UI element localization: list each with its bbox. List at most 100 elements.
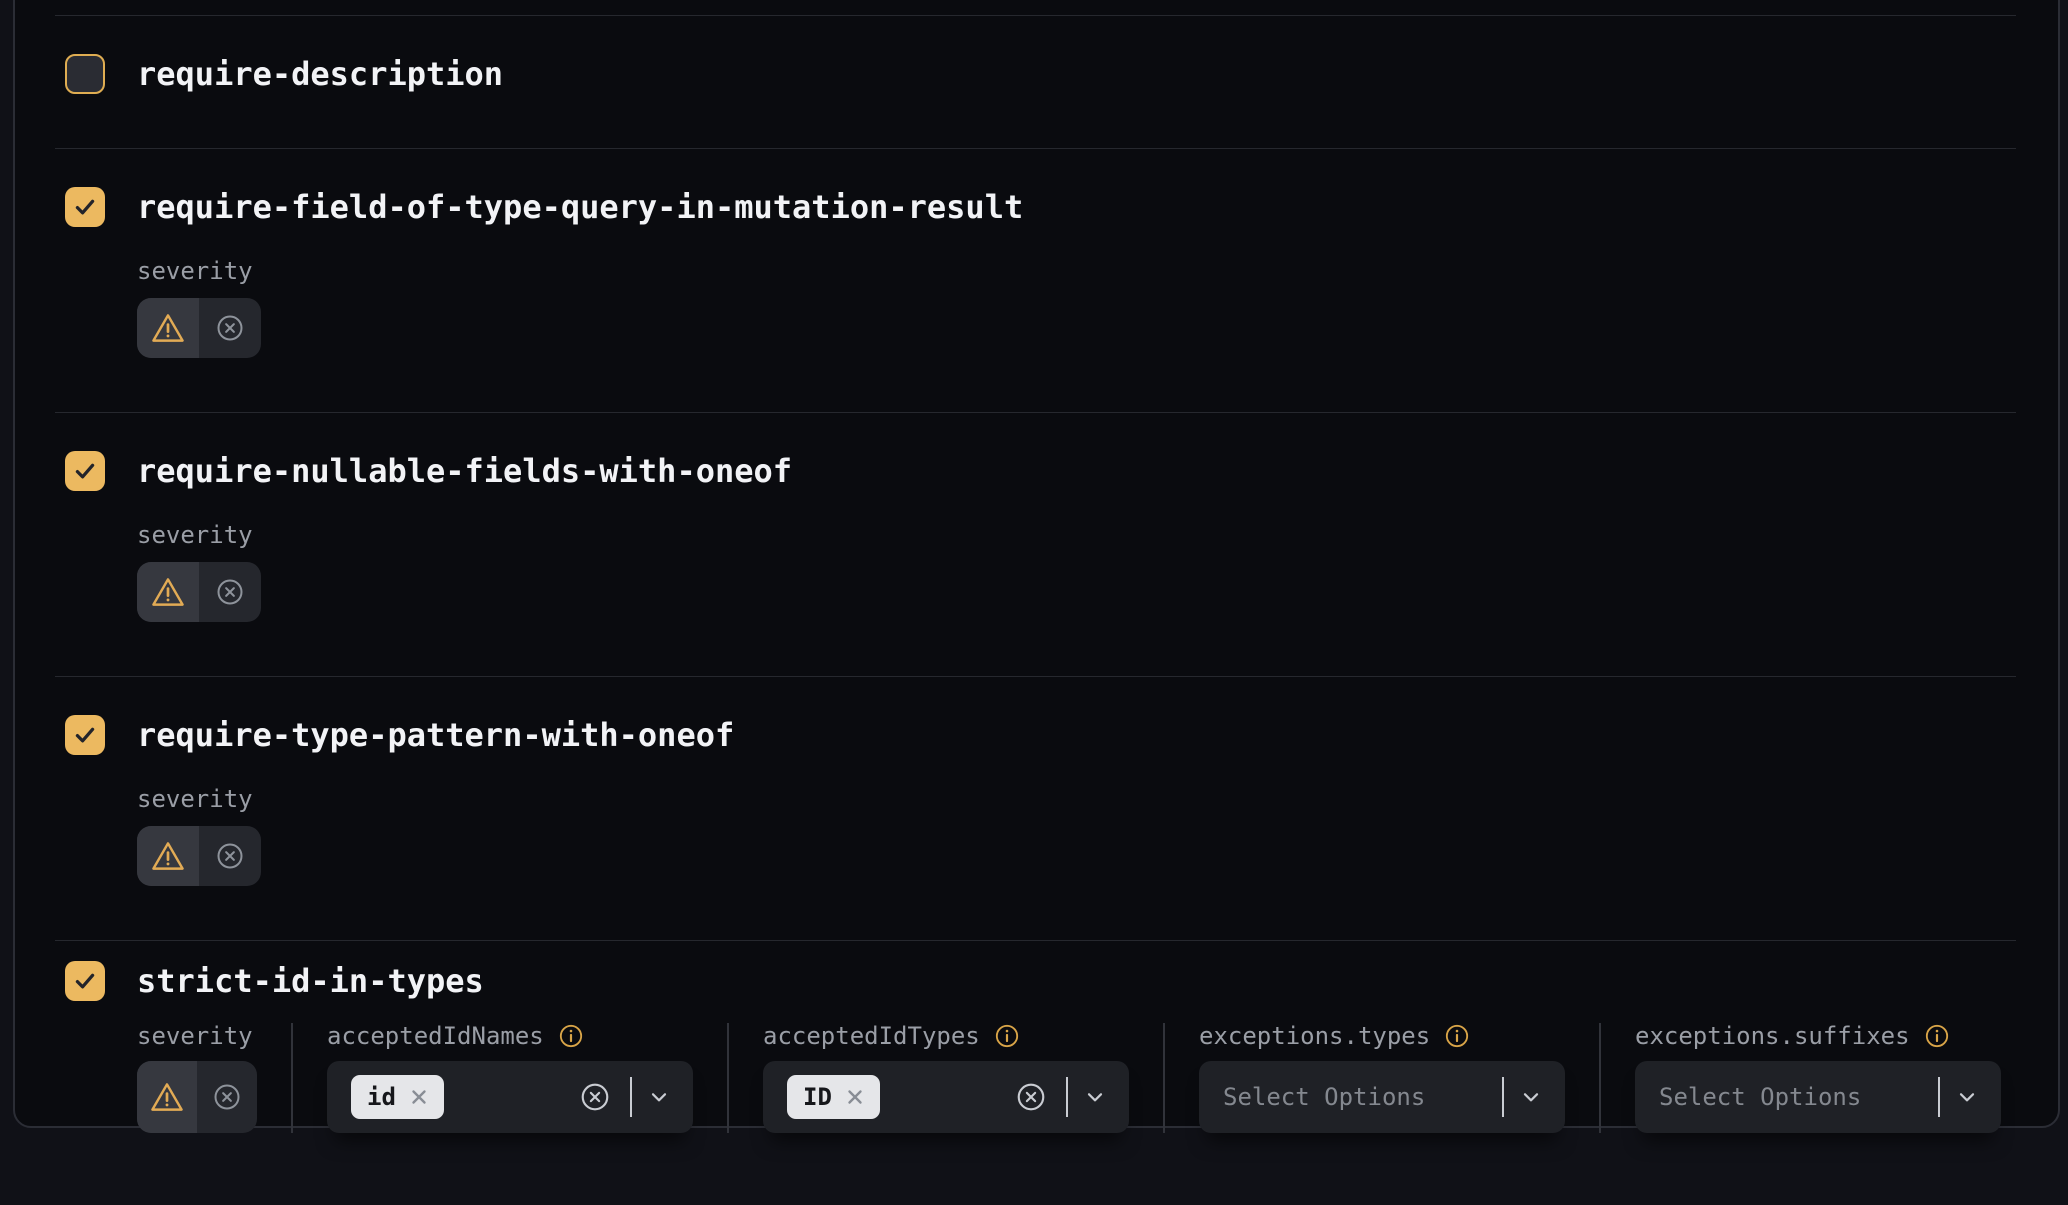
circle-x-icon — [215, 577, 245, 607]
rule-item: require-description — [55, 15, 2016, 148]
rule-options: severity acceptedIdNames id acceptedIdTypes… — [137, 1023, 2016, 1133]
rule-title-row: require-type-pattern-with-oneof — [65, 715, 2016, 755]
dropdown-button[interactable] — [1519, 1085, 1543, 1109]
chevron-down-icon — [1083, 1085, 1107, 1109]
severity-toggle — [137, 562, 261, 622]
check-icon — [72, 722, 98, 748]
info-icon — [994, 1023, 1020, 1049]
placeholder-text: Select Options — [1659, 1083, 1861, 1111]
warning-triangle-icon — [151, 575, 185, 609]
multiselect-input[interactable]: id — [327, 1061, 693, 1133]
option-group: severity — [137, 522, 2016, 622]
rules-list: require-description require-field-of-type… — [15, 0, 2058, 1205]
info-button[interactable] — [1924, 1023, 1950, 1049]
dropdown-button[interactable] — [647, 1085, 671, 1109]
option-label: acceptedIdTypes — [763, 1022, 980, 1050]
circle-x-icon — [215, 841, 245, 871]
selected-tag: ID — [787, 1075, 880, 1119]
tag-label: ID — [803, 1083, 832, 1111]
severity-warning-button[interactable] — [137, 1061, 197, 1133]
severity-off-button[interactable] — [199, 562, 261, 622]
info-icon — [1924, 1023, 1950, 1049]
option-control: Select Options — [1199, 1061, 1565, 1133]
circle-x-icon — [579, 1081, 611, 1113]
rule-options: severity — [137, 786, 2016, 886]
option-label-row: severity — [137, 522, 1982, 548]
rule-title: strict-id-in-types — [137, 962, 484, 1000]
placeholder-text: Select Options — [1223, 1083, 1425, 1111]
clear-button[interactable] — [1015, 1081, 1047, 1113]
tag-label: id — [367, 1083, 396, 1111]
option-label: severity — [137, 1022, 253, 1050]
severity-warning-button[interactable] — [137, 298, 199, 358]
separator — [1502, 1077, 1504, 1117]
rule-options: severity — [137, 258, 2016, 358]
rule-checkbox[interactable] — [65, 451, 105, 491]
rule-item: strict-id-in-types severity acceptedIdName… — [55, 940, 2016, 1205]
info-button[interactable] — [994, 1023, 1020, 1049]
option-label: severity — [137, 257, 253, 285]
option-control: ID — [763, 1061, 1129, 1133]
option-control — [137, 1061, 257, 1133]
circle-x-icon — [212, 1082, 242, 1112]
rule-checkbox[interactable] — [65, 54, 105, 94]
rule-item: require-field-of-type-query-in-mutation-… — [55, 148, 2016, 412]
tag-remove-button[interactable] — [844, 1086, 866, 1108]
option-control — [137, 562, 1982, 622]
warning-triangle-icon — [151, 311, 185, 345]
circle-x-icon — [215, 313, 245, 343]
rule-title-row: require-description — [65, 54, 2016, 94]
severity-toggle — [137, 298, 261, 358]
info-button[interactable] — [1444, 1023, 1470, 1049]
option-group: acceptedIdTypes ID — [727, 1023, 1163, 1133]
option-label: acceptedIdNames — [327, 1022, 544, 1050]
warning-triangle-icon — [151, 839, 185, 873]
option-control — [137, 826, 1982, 886]
separator — [1066, 1077, 1068, 1117]
option-label: severity — [137, 785, 253, 813]
x-icon — [844, 1086, 866, 1108]
option-group: severity — [137, 1023, 291, 1133]
severity-toggle — [137, 826, 261, 886]
check-icon — [72, 458, 98, 484]
info-icon — [558, 1023, 584, 1049]
dropdown-button[interactable] — [1955, 1085, 1979, 1109]
severity-off-button[interactable] — [199, 298, 261, 358]
option-label-row: exceptions.suffixes — [1635, 1023, 2001, 1049]
tag-remove-button[interactable] — [408, 1086, 430, 1108]
rule-checkbox[interactable] — [65, 961, 105, 1001]
severity-warning-button[interactable] — [137, 826, 199, 886]
rule-title: require-description — [137, 55, 503, 93]
option-group: exceptions.suffixes Select Options — [1599, 1023, 2035, 1133]
rule-item: require-type-pattern-with-oneof severity — [55, 676, 2016, 940]
clear-button[interactable] — [579, 1081, 611, 1113]
info-button[interactable] — [558, 1023, 584, 1049]
severity-off-button[interactable] — [199, 826, 261, 886]
dropdown-button[interactable] — [1083, 1085, 1107, 1109]
rule-checkbox[interactable] — [65, 187, 105, 227]
rule-checkbox[interactable] — [65, 715, 105, 755]
option-label: exceptions.suffixes — [1635, 1022, 1910, 1050]
option-label: exceptions.types — [1199, 1022, 1430, 1050]
severity-warning-button[interactable] — [137, 562, 199, 622]
option-control — [137, 298, 1982, 358]
option-label-row: severity — [137, 786, 1982, 812]
chevron-down-icon — [1519, 1085, 1543, 1109]
multiselect-input[interactable]: ID — [763, 1061, 1129, 1133]
rule-title-row: strict-id-in-types — [65, 961, 2016, 1001]
option-label: severity — [137, 521, 253, 549]
option-control: Select Options — [1635, 1061, 2001, 1133]
multiselect-input[interactable]: Select Options — [1199, 1061, 1565, 1133]
chevron-down-icon — [1955, 1085, 1979, 1109]
option-control: id — [327, 1061, 693, 1133]
check-icon — [72, 968, 98, 994]
x-icon — [408, 1086, 430, 1108]
severity-off-button[interactable] — [197, 1061, 257, 1133]
option-group: exceptions.types Select Options — [1163, 1023, 1599, 1133]
rule-title: require-nullable-fields-with-oneof — [137, 452, 792, 490]
info-icon — [1444, 1023, 1470, 1049]
option-label-row: severity — [137, 1023, 257, 1049]
circle-x-icon — [1015, 1081, 1047, 1113]
separator — [1938, 1077, 1940, 1117]
multiselect-input[interactable]: Select Options — [1635, 1061, 2001, 1133]
